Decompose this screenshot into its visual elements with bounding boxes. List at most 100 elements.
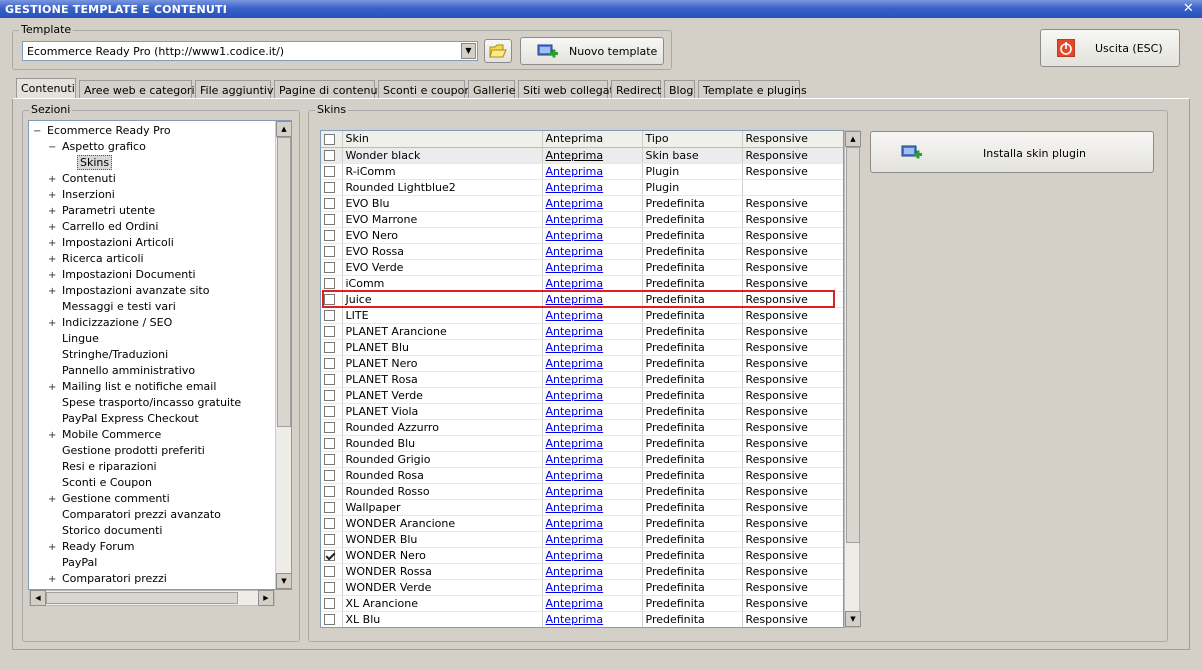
header-select-all[interactable] — [321, 131, 343, 148]
preview-link-cell[interactable]: Anteprima — [542, 275, 643, 292]
row-checkbox[interactable] — [324, 438, 335, 449]
row-checkbox[interactable] — [324, 486, 335, 497]
template-select[interactable]: Ecommerce Ready Pro (http://www1.codice.… — [22, 41, 478, 61]
row-checkbox[interactable] — [324, 214, 335, 225]
skin-row[interactable]: Juice Anteprima Predefinita Responsive — [321, 291, 843, 308]
tree-item[interactable]: Gestione prodotti preferiti — [48, 444, 205, 460]
preview-link-cell[interactable]: Anteprima — [542, 563, 643, 580]
tree-item[interactable]: PayPal — [48, 556, 97, 572]
tree-item[interactable]: + Mobile Commerce — [48, 428, 161, 444]
row-checkbox[interactable] — [324, 390, 335, 401]
tree-item[interactable]: Pannello amministrativo — [48, 364, 195, 380]
expand-icon[interactable]: + — [48, 190, 58, 201]
preview-link-cell-text[interactable]: Anteprima — [546, 149, 604, 162]
row-checkbox-cell[interactable] — [321, 195, 343, 212]
preview-link-cell[interactable]: Anteprima — [542, 435, 643, 452]
skin-row[interactable]: WONDER Rossa Anteprima Predefinita Responsi… — [321, 563, 843, 580]
skin-row[interactable]: WONDER Nero Anteprima Predefinita Responsiv… — [321, 547, 843, 564]
preview-link-cell-text[interactable]: Anteprima — [546, 581, 604, 594]
new-template-button[interactable]: Nuovo template — [520, 37, 664, 65]
row-checkbox[interactable] — [324, 614, 335, 625]
row-checkbox[interactable] — [324, 198, 335, 209]
tree-item[interactable]: Spese trasporto/incasso gratuite — [48, 396, 241, 412]
skin-row[interactable]: WONDER Verde Anteprima Predefinita Responsi… — [321, 579, 843, 596]
expand-icon[interactable]: + — [48, 222, 58, 233]
tree-item[interactable]: PayPal Express Checkout — [48, 412, 199, 428]
row-checkbox-cell[interactable] — [321, 243, 343, 260]
open-folder-button[interactable] — [484, 39, 512, 63]
preview-link-cell-text[interactable]: Anteprima — [546, 357, 604, 370]
tree-item[interactable]: + Gestione commenti — [48, 492, 170, 508]
row-checkbox-cell[interactable] — [321, 227, 343, 244]
skin-row[interactable]: XL Arancione Anteprima Predefinita Responsi… — [321, 595, 843, 612]
row-checkbox-cell[interactable] — [321, 499, 343, 516]
row-checkbox[interactable] — [324, 534, 335, 545]
preview-link-cell[interactable]: Anteprima — [542, 259, 643, 276]
preview-link-cell-text[interactable]: Anteprima — [546, 197, 604, 210]
preview-link-cell[interactable]: Anteprima — [542, 419, 643, 436]
tab-aree-web[interactable]: Aree web e categorie — [79, 80, 201, 99]
row-checkbox-cell[interactable] — [321, 419, 343, 436]
row-checkbox[interactable] — [324, 342, 335, 353]
row-checkbox-cell[interactable] — [321, 307, 343, 324]
preview-link-cell[interactable]: Anteprima — [542, 179, 643, 196]
skin-row[interactable]: Rounded Rosso Anteprima Predefinita Respons… — [321, 483, 843, 500]
tree-item[interactable]: − Ecommerce Ready Pro — [33, 124, 171, 140]
column-header-responsive[interactable]: Responsive — [742, 131, 843, 148]
tab-redirect[interactable]: Redirect — [611, 80, 661, 99]
grid-scroll-thumb[interactable] — [846, 147, 860, 543]
tree-item[interactable]: Storico documenti — [48, 524, 162, 540]
row-checkbox-cell[interactable] — [321, 211, 343, 228]
skin-row[interactable]: EVO Rossa Anteprima Predefinita Responsive — [321, 243, 843, 260]
expand-icon[interactable]: + — [48, 286, 58, 297]
skins-grid[interactable]: Skin Anteprima Tipo Responsive Wonder bl… — [320, 130, 844, 628]
expand-icon[interactable]: + — [48, 430, 58, 441]
tree-item[interactable]: + Contenuti — [48, 172, 116, 188]
tab-file-aggiuntivi[interactable]: File aggiuntivi — [195, 80, 277, 99]
row-checkbox[interactable] — [324, 182, 335, 193]
collapse-icon[interactable]: − — [33, 126, 43, 137]
close-icon[interactable]: ✕ — [1183, 1, 1194, 16]
column-header-skin[interactable]: Skin — [342, 131, 543, 148]
skin-row[interactable]: iComm Anteprima Predefinita Responsive — [321, 275, 843, 292]
preview-link-cell[interactable]: Anteprima — [542, 147, 643, 164]
tree-item[interactable]: + Ready Forum — [48, 540, 135, 556]
expand-icon[interactable]: + — [48, 542, 58, 553]
tree-item[interactable]: Skins — [63, 155, 113, 172]
chevron-down-icon[interactable]: ▼ — [461, 43, 476, 59]
scroll-right-icon[interactable]: ▶ — [258, 590, 274, 606]
preview-link-cell[interactable]: Anteprima — [542, 387, 643, 404]
row-checkbox[interactable] — [324, 374, 335, 385]
tree-horizontal-scrollbar[interactable]: ◀ ▶ — [29, 590, 275, 606]
preview-link-cell-text[interactable]: Anteprima — [546, 549, 604, 562]
preview-link-cell-text[interactable]: Anteprima — [546, 325, 604, 338]
preview-link-cell-text[interactable]: Anteprima — [546, 453, 604, 466]
skin-row[interactable]: EVO Marrone Anteprima Predefinita Responsiv… — [321, 211, 843, 228]
tree-item[interactable]: + Indicizzazione / SEO — [48, 316, 172, 332]
preview-link-cell-text[interactable]: Anteprima — [546, 613, 604, 626]
row-checkbox-cell[interactable] — [321, 163, 343, 180]
row-checkbox-cell[interactable] — [321, 595, 343, 612]
tree-item[interactable]: Resi e riparazioni — [48, 460, 157, 476]
skin-row[interactable]: Rounded Lightblue2 Anteprima Plugin — [321, 179, 843, 196]
preview-link-cell[interactable]: Anteprima — [542, 355, 643, 372]
preview-link-cell[interactable]: Anteprima — [542, 339, 643, 356]
expand-icon[interactable]: + — [48, 238, 58, 249]
select-all-checkbox[interactable] — [324, 133, 335, 145]
tab-contenuti[interactable]: Contenuti — [16, 78, 76, 99]
preview-link-cell-text[interactable]: Anteprima — [546, 213, 604, 226]
preview-link-cell[interactable]: Anteprima — [542, 467, 643, 484]
tree-hscroll-thumb[interactable] — [46, 592, 238, 604]
expand-icon[interactable]: + — [48, 254, 58, 265]
skin-row[interactable]: R-iComm Anteprima Plugin Responsive — [321, 163, 843, 180]
skin-row[interactable]: PLANET Nero Anteprima Predefinita Responsiv… — [321, 355, 843, 372]
preview-link-cell[interactable]: Anteprima — [542, 547, 643, 564]
row-checkbox-cell[interactable] — [321, 339, 343, 356]
tree-item[interactable]: Stringhe/Traduzioni — [48, 348, 168, 364]
skin-row[interactable]: Rounded Blu Anteprima Predefinita Responsiv… — [321, 435, 843, 452]
exit-button[interactable]: Uscita (ESC) — [1040, 29, 1180, 67]
column-header-tipo[interactable]: Tipo — [642, 131, 743, 148]
sections-tree[interactable]: − Ecommerce Ready Pro − Aspetto grafico Skin… — [28, 120, 292, 590]
row-checkbox[interactable] — [324, 582, 335, 593]
row-checkbox-cell[interactable] — [321, 179, 343, 196]
